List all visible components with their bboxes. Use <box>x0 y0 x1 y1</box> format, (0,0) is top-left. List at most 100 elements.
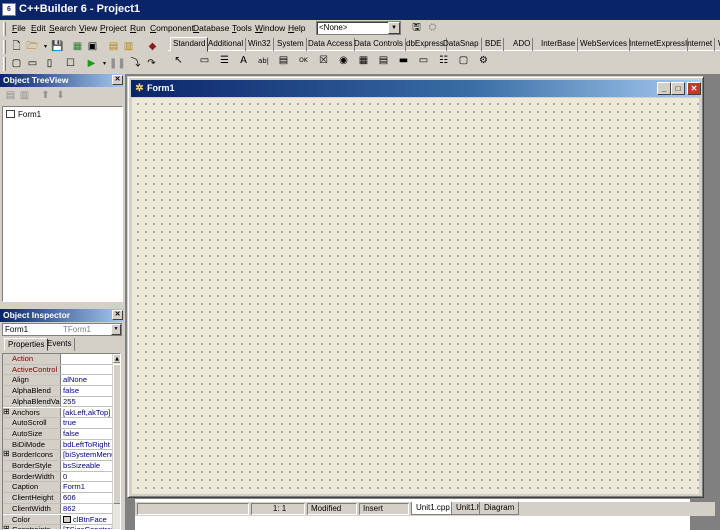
property-row-bidimode[interactable]: BiDiMode bdLeftToRight <box>3 439 113 451</box>
panel-component-icon[interactable]: ▢ <box>455 53 472 69</box>
maximize-icon[interactable]: □ <box>671 82 685 95</box>
actionlist-component-icon[interactable]: ⚙ <box>475 53 492 69</box>
app-title-bar[interactable]: 6 C++Builder 6 - Project1 <box>0 0 720 20</box>
help-book-icon[interactable]: ◆ <box>145 39 160 54</box>
menu-tools[interactable]: Tools <box>232 23 252 33</box>
palette-tab-data-controls[interactable]: Data Controls <box>352 38 406 51</box>
close-icon[interactable]: ✕ <box>112 310 123 320</box>
radiobutton-component-icon[interactable]: ◉ <box>335 53 352 69</box>
menu-edit[interactable]: Edit <box>31 23 46 33</box>
property-row-borderstyle[interactable]: BorderStyle bsSizeable <box>3 461 113 472</box>
view-form-icon[interactable]: ▭ <box>25 56 40 71</box>
menu-window[interactable]: Window <box>255 23 285 33</box>
property-row-autosize[interactable]: AutoSize false <box>3 428 113 440</box>
tab-properties[interactable]: Properties <box>4 338 49 351</box>
property-value[interactable]: clBtnFace <box>62 515 113 525</box>
scroll-thumb[interactable] <box>113 364 120 504</box>
menu-help[interactable]: Help <box>288 23 305 33</box>
property-value[interactable]: true <box>62 418 113 428</box>
object-selector-combo[interactable]: Form1 TForm1 ▼ <box>2 323 122 336</box>
property-row-color[interactable]: Color clBtnFace <box>3 514 113 526</box>
property-row-anchors[interactable]: Anchors[akLeft,akTop] <box>3 407 113 419</box>
form-title-bar[interactable]: ✲ Form1 _ □ ✕ <box>131 80 701 97</box>
open-project-icon[interactable]: ▣ <box>85 39 100 54</box>
property-row-autoscroll[interactable]: AutoScroll true <box>3 418 113 429</box>
palette-tab-datasnap[interactable]: DataSnap <box>441 38 482 51</box>
tab-diagram[interactable]: Diagram <box>479 502 520 515</box>
property-value[interactable]: [TSizeConstrain <box>62 525 113 529</box>
property-row-alphablendval[interactable]: AlphaBlendVal 255 <box>3 396 113 408</box>
menu-component[interactable]: Component <box>150 23 194 33</box>
builder-app-icon[interactable]: 6 <box>2 3 16 16</box>
tab-unit1-cpp[interactable]: Unit1.cpp <box>411 502 455 515</box>
object-treeview-title-bar[interactable]: Object TreeView ✕ <box>0 74 124 87</box>
menu-file[interactable]: File <box>12 23 26 33</box>
palette-tab-win32[interactable]: Win32 <box>246 38 274 51</box>
toggle-form-unit-icon[interactable]: ▯ <box>42 56 57 71</box>
palette-tab-bde[interactable]: BDE <box>483 38 505 51</box>
move-down-icon[interactable]: ⬇ <box>53 88 68 103</box>
property-row-bordericons[interactable]: BorderIcons[biSystemMenu, <box>3 450 113 461</box>
mainmenu-component-icon[interactable]: ▭ <box>196 53 213 69</box>
property-value[interactable]: [biSystemMenu, <box>62 450 113 460</box>
form-design-surface[interactable] <box>132 98 699 494</box>
set-debug-desktop-icon[interactable]: ⛭ <box>425 21 440 35</box>
step-over-icon[interactable]: ↷ <box>144 56 159 71</box>
palette-tab-w[interactable]: W <box>716 38 720 51</box>
property-value[interactable]: Form1 <box>62 482 113 492</box>
menu-database[interactable]: Database <box>193 23 229 33</box>
close-icon[interactable]: ✕ <box>112 75 123 85</box>
property-row-clientheight[interactable]: ClientHeight 606 <box>3 493 113 504</box>
toolbar-grip[interactable] <box>3 57 6 71</box>
radiogroup-component-icon[interactable]: ☷ <box>435 53 452 69</box>
tab-events[interactable]: Events <box>44 338 76 351</box>
property-grid[interactable]: Action ActiveControl Align alNone AlphaBlend… <box>2 353 121 530</box>
menu-run[interactable]: Run <box>130 23 146 33</box>
label-component-icon[interactable]: A <box>235 53 252 69</box>
palette-tab-interbase[interactable]: InterBase <box>539 38 579 51</box>
chevron-down-icon[interactable]: ▼ <box>388 22 400 34</box>
scrollbar-component-icon[interactable]: ▬ <box>395 53 412 69</box>
delete-item-icon[interactable]: ▥ <box>17 88 32 103</box>
trace-into-icon[interactable]: ⤵ <box>128 56 143 71</box>
property-value[interactable]: [akLeft,akTop] <box>62 408 113 418</box>
popupmenu-component-icon[interactable]: ☰ <box>216 53 233 69</box>
save-desktop-icon[interactable]: 🖫 <box>409 21 424 35</box>
menu-search[interactable]: Search <box>49 23 76 33</box>
property-row-activecontrol[interactable]: ActiveControl <box>3 364 113 376</box>
combobox-component-icon[interactable]: ▤ <box>375 53 392 69</box>
menu-project[interactable]: Project <box>100 23 126 33</box>
memo-component-icon[interactable]: ▤ <box>275 53 292 69</box>
button-component-icon[interactable]: OK <box>295 53 312 69</box>
palette-tab-internetexpress[interactable]: InternetExpress <box>627 38 689 51</box>
close-icon[interactable]: ✕ <box>687 82 701 95</box>
menu-view[interactable]: View <box>79 23 97 33</box>
menubar-grip[interactable] <box>3 22 6 36</box>
treeview-area[interactable]: Form1 <box>2 106 123 302</box>
palette-tab-system[interactable]: System <box>275 38 307 51</box>
new-form-icon[interactable]: ☐ <box>63 56 78 71</box>
property-value[interactable]: alNone <box>62 375 113 385</box>
property-value[interactable]: 0 <box>62 472 113 482</box>
toolbar-grip[interactable] <box>3 40 6 54</box>
add-file-icon[interactable]: ▤ <box>106 39 121 54</box>
desktop-layout-combo[interactable]: <None> ▼ <box>316 21 401 35</box>
property-value[interactable] <box>62 365 113 375</box>
palette-tab-additional[interactable]: Additional <box>206 38 247 51</box>
edit-component-icon[interactable]: ab| <box>255 53 272 69</box>
property-row-caption[interactable]: Caption Form1 <box>3 482 113 494</box>
view-unit-icon[interactable]: ▢ <box>9 56 24 71</box>
checkbox-component-icon[interactable]: ☒ <box>315 53 332 69</box>
save-all-icon[interactable]: ▦ <box>70 39 85 54</box>
new-item-icon[interactable]: ▤ <box>3 88 18 103</box>
move-up-icon[interactable]: ⬆ <box>38 88 53 103</box>
scroll-up-icon[interactable]: ▲ <box>113 354 120 363</box>
remove-file-icon[interactable]: ▥ <box>121 39 136 54</box>
save-icon[interactable]: 💾 <box>50 39 65 54</box>
property-value[interactable]: false <box>62 429 113 439</box>
palette-tab-internet[interactable]: Internet <box>683 38 716 51</box>
property-value[interactable]: 255 <box>62 397 113 407</box>
property-row-clientwidth[interactable]: ClientWidth 862 <box>3 503 113 515</box>
chevron-down-icon[interactable]: ▼ <box>111 324 121 335</box>
property-value[interactable]: 862 <box>62 504 113 514</box>
